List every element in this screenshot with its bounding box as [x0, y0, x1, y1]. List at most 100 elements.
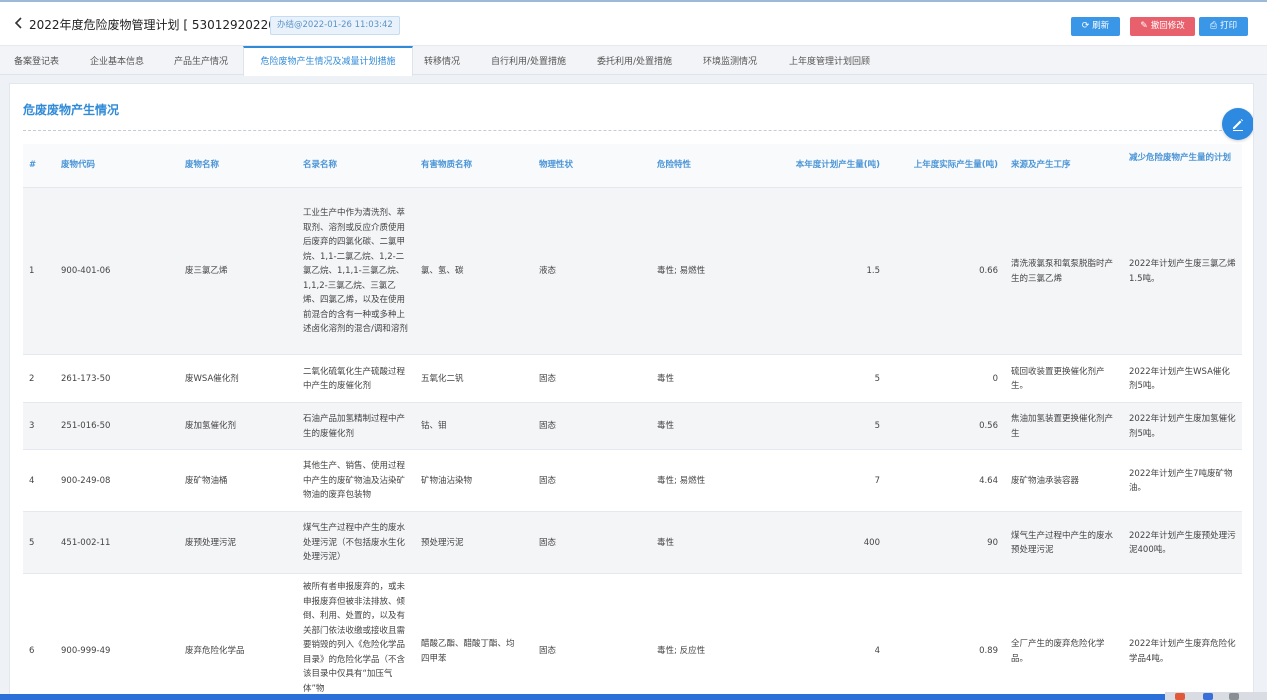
list-name-text: 二氧化硫氧化生产硫酸过程中产生的废催化剂 — [303, 366, 406, 392]
hazard-property: 毒性 — [657, 537, 675, 548]
revoke-label: 撤回修改 — [1150, 21, 1185, 31]
list-name-text: 被所有者申报废弃的，或未申报废弃但被非法排放、倾倒、利用、处置的，以及有关部门依… — [303, 582, 406, 694]
reduction-plan: 2022年计划产生WSA催化剂5吨。 — [1129, 355, 1237, 403]
revoke-edit-button[interactable]: ✎ 撤回修改 — [1130, 17, 1195, 36]
reduction-plan: 2022年计划产生废弃危险化学品4吨。 — [1129, 574, 1237, 699]
planned-amount: 5 — [874, 421, 880, 432]
source: 全厂产生的废弃危险化学品。 — [1011, 574, 1119, 699]
physical-state: 固态 — [539, 373, 557, 384]
hazard-property: 毒性; 反应性 — [657, 646, 706, 657]
planned-amount: 5 — [874, 373, 880, 384]
tab-bar: 备案登记表 企业基本信息 产品生产情况 危险废物产生情况及减量计划措施 转移情况… — [0, 46, 1267, 76]
list-name: 二氧化硫氧化生产硫酸过程中产生的废催化剂 — [303, 355, 411, 403]
reduction-plan-text: 2022年计划产生WSA催化剂5吨。 — [1129, 366, 1230, 392]
col-source: 来源及产生工序 — [1011, 160, 1071, 170]
row-index: 2 — [29, 373, 35, 384]
waste-name: 废矿物油桶 — [185, 475, 228, 486]
tray-browser-icon[interactable] — [1203, 693, 1213, 700]
actual-amount: 90 — [987, 537, 998, 548]
physical-state: 液态 — [539, 266, 557, 277]
reduction-plan: 2022年计划产生废预处理污泥400吨。 — [1129, 512, 1237, 574]
tab-company-info[interactable]: 企业基本信息 — [90, 46, 144, 75]
back-arrow-icon[interactable] — [12, 16, 26, 30]
col-hazard-property: 危险特性 — [657, 160, 692, 170]
table-row: 4 900-249-08 废矿物油桶 其他生产、销售、使用过程中产生的废矿物油及… — [23, 449, 1242, 511]
table-row: 1 900-401-06 废三氯乙烯 工业生产中作为清洗剂、萃取剂、溶剂或反应介… — [23, 187, 1242, 354]
top-bar: 2022年度危险废物管理计划 [ 53012920220035 ] 办结@202… — [0, 0, 1267, 46]
waste-code: 900-999-49 — [61, 646, 111, 657]
table-row: 6 900-999-49 废弃危险化学品 被所有者申报废弃的，或未申报废弃但被非… — [23, 573, 1242, 699]
waste-code: 900-401-06 — [61, 266, 111, 277]
row-index: 4 — [29, 475, 35, 486]
source-text: 全厂产生的废弃危险化学品。 — [1011, 639, 1105, 664]
source: 硫回收装置更换催化剂产生。 — [1011, 355, 1119, 403]
row-index: 3 — [29, 421, 35, 432]
waste-name: 废加氢催化剂 — [185, 421, 237, 432]
tab-self-disposal[interactable]: 自行利用/处置措施 — [491, 46, 566, 75]
actual-amount: 0.56 — [979, 421, 998, 432]
waste-code: 261-173-50 — [61, 373, 111, 384]
physical-state: 固态 — [539, 646, 557, 657]
tab-env-monitoring[interactable]: 环境监测情况 — [703, 46, 757, 75]
actual-amount: 4.64 — [979, 475, 998, 486]
table-row: 5 451-002-11 废预处理污泥 煤气生产过程中产生的废水处理污泥（不包括… — [23, 511, 1242, 573]
table-header: # 废物代码 废物名称 名录名称 有害物质名称 物理性状 危险特性 本年度计划产… — [23, 144, 1242, 187]
planned-amount: 1.5 — [866, 266, 880, 277]
list-name-text: 煤气生产过程中产生的废水处理污泥（不包括废水生化处理污泥） — [303, 523, 406, 563]
edit-button[interactable] — [1222, 108, 1253, 140]
source-text: 清洗液氯泵和氧泵脱脂时产生的三氯乙烯 — [1011, 259, 1114, 284]
undo-icon: ✎ — [1140, 21, 1148, 31]
reduction-plan-text: 2022年计划产生废加氢催化剂5吨。 — [1129, 414, 1236, 439]
waste-name: 废弃危险化学品 — [185, 646, 245, 657]
list-name: 石油产品加氢精制过程中产生的废催化剂 — [303, 403, 411, 450]
hazardous-substance: 氯、氢、碳 — [421, 266, 464, 277]
reduction-plan-text: 2022年计划产生废三氯乙烯1.5吨。 — [1129, 259, 1236, 284]
list-name: 工业生产中作为清洗剂、萃取剂、溶剂或反应介质使用后废弃的四氯化碳、二氯甲烷、1,… — [303, 188, 411, 355]
physical-state: 固态 — [539, 475, 557, 486]
divider — [23, 130, 1242, 131]
tab-commissioned-disposal[interactable]: 委托利用/处置措施 — [597, 46, 672, 75]
source: 废矿物油承装容器 — [1011, 450, 1119, 512]
col-actual-amount: 上年度实际产生量(吨) — [913, 160, 998, 170]
print-button[interactable]: ⎙ 打印 — [1199, 17, 1248, 36]
planned-amount: 4 — [874, 646, 880, 657]
tab-production[interactable]: 产品生产情况 — [174, 46, 228, 75]
hazardous-substance: 五氧化二钒 — [421, 373, 464, 384]
status-badge: 办结@2022-01-26 11:03:42 — [270, 16, 400, 35]
hazardous-substance: 钴、钼 — [421, 421, 447, 432]
source: 煤气生产过程中产生的废水预处理污泥 — [1011, 512, 1119, 574]
waste-name: 废三氯乙烯 — [185, 266, 228, 277]
refresh-icon: ⟳ — [1081, 21, 1090, 31]
tab-waste-generation[interactable]: 危险废物产生情况及减量计划措施 — [243, 46, 413, 76]
reduction-plan-text: 2022年计划产生废预处理污泥400吨。 — [1129, 530, 1236, 556]
source: 清洗液氯泵和氧泵脱脂时产生的三氯乙烯 — [1011, 188, 1119, 355]
tab-transfer[interactable]: 转移情况 — [424, 46, 460, 75]
table-row: 2 261-173-50 废WSA催化剂 二氧化硫氧化生产硫酸过程中产生的废催化… — [23, 354, 1242, 402]
reduction-plan: 2022年计划产生7吨废矿物油。 — [1129, 450, 1237, 512]
list-name-text: 石油产品加氢精制过程中产生的废催化剂 — [303, 414, 406, 439]
section-title: 危废废物产生情况 — [23, 103, 120, 117]
col-list-name: 名录名称 — [303, 160, 338, 170]
hazard-property: 毒性 — [657, 421, 675, 432]
tray-misc-icon[interactable] — [1229, 693, 1239, 700]
waste-code: 251-016-50 — [61, 421, 111, 432]
tab-last-year-review[interactable]: 上年度管理计划回顾 — [789, 46, 870, 75]
source-text: 硫回收装置更换催化剂产生。 — [1011, 366, 1105, 392]
print-label: 打印 — [1220, 21, 1238, 31]
waste-name: 废WSA催化剂 — [185, 373, 239, 384]
hazardous-substance: 矿物油沾染物 — [421, 475, 473, 486]
col-code: 废物代码 — [61, 160, 96, 170]
reduction-plan: 2022年计划产生废加氢催化剂5吨。 — [1129, 403, 1237, 450]
taskbar — [0, 694, 1267, 700]
source-text: 煤气生产过程中产生的废水预处理污泥 — [1011, 530, 1114, 556]
refresh-button[interactable]: ⟳ 刷新 — [1071, 17, 1120, 36]
col-name: 废物名称 — [185, 160, 220, 170]
col-physical-state: 物理性状 — [539, 160, 574, 170]
tray-app-icon[interactable] — [1175, 693, 1185, 700]
hazard-property: 毒性 — [657, 373, 675, 384]
tab-registration[interactable]: 备案登记表 — [14, 46, 59, 75]
refresh-label: 刷新 — [1092, 21, 1110, 31]
list-name-text: 其他生产、销售、使用过程中产生的废矿物油及沾染矿物油的废弃包装物 — [303, 461, 406, 501]
waste-code: 451-002-11 — [61, 537, 111, 548]
planned-amount: 400 — [863, 537, 880, 548]
